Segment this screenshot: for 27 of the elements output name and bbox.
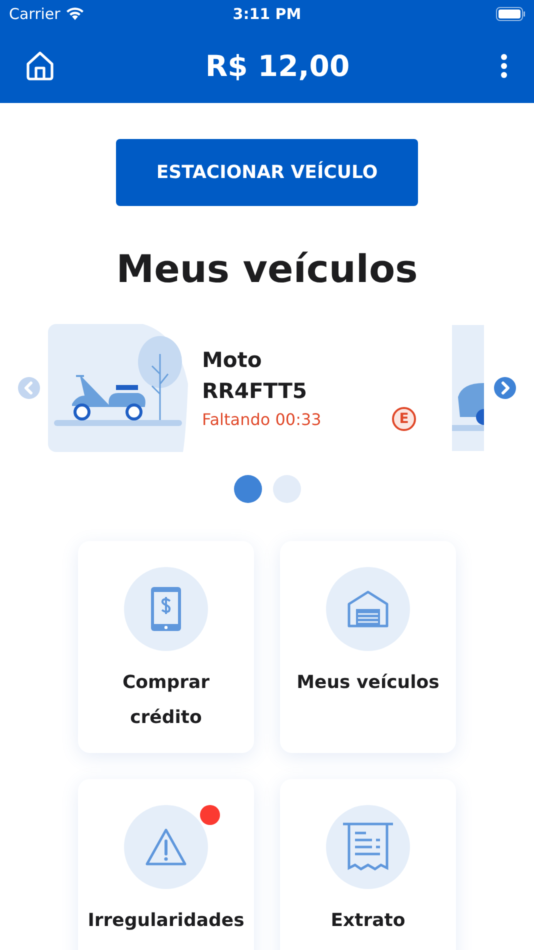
home-icon[interactable] (25, 50, 55, 80)
remaining-time: Faltando 00:33 (202, 410, 322, 428)
garage-icon (347, 590, 389, 628)
menu-tile[interactable]: Irregularidades (78, 779, 254, 950)
phone-dollar-icon (150, 586, 182, 632)
page-dot[interactable] (234, 475, 262, 503)
more-icon[interactable] (500, 52, 508, 78)
menu-tile[interactable]: Extrato (280, 779, 456, 950)
status-badge: E (392, 407, 416, 431)
section-title: Meus veículos (115, 246, 419, 292)
balance-amount: R$ 12,00 (205, 48, 350, 82)
page-dot[interactable] (272, 475, 300, 503)
battery-icon (496, 7, 526, 21)
tile-label: Meus veículos (296, 671, 440, 695)
park-vehicle-button[interactable]: ESTACIONAR VEÍCULO (116, 139, 418, 206)
menu-tile[interactable]: Comprar crédito (78, 541, 254, 753)
warning-icon (145, 828, 187, 866)
tile-label: Irregularidades (86, 909, 246, 933)
wifi-icon (65, 7, 86, 21)
tile-label: Extrato (330, 909, 406, 933)
license-plate: RR4FTT5 (202, 378, 308, 405)
carrier-name: Carrier (9, 5, 60, 23)
tile-label: Comprar crédito (121, 671, 211, 730)
receipt-icon (342, 822, 394, 872)
menu-tile[interactable]: Meus veículos (280, 541, 456, 753)
status-time: 3:11 PM (232, 5, 302, 23)
vehicle-type: Moto (202, 347, 263, 374)
